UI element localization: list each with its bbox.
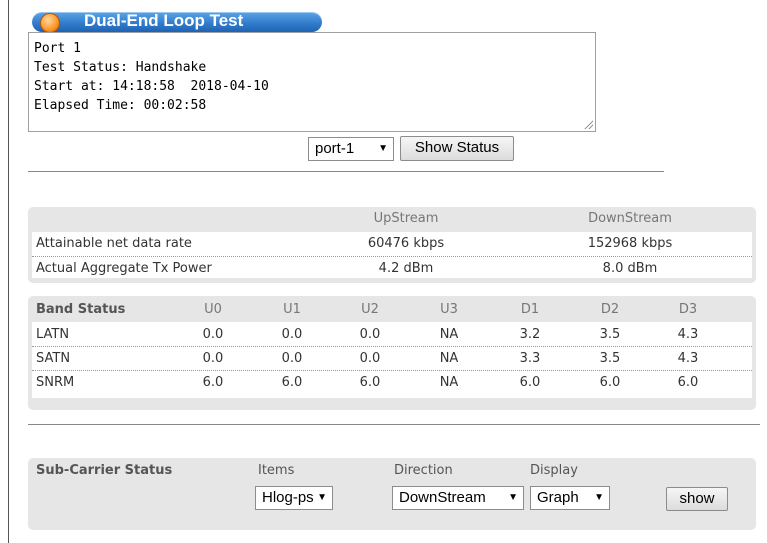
band-cell: 0.0 [281, 327, 303, 342]
band-cell: 0.0 [202, 327, 224, 342]
display-select-value: Graph [537, 489, 579, 506]
page-frame-border [8, 0, 9, 543]
band-cell: 6.0 [677, 375, 699, 390]
items-select-value: Hlog-ps [262, 489, 314, 506]
band-header-u3: U3 [440, 302, 458, 317]
dropdown-arrow-icon: ▼ [508, 492, 518, 503]
row-separator [32, 346, 752, 347]
port-select-value: port-1 [315, 140, 355, 157]
show-status-button[interactable]: Show Status [400, 136, 514, 161]
status-line-start-time: Start at: 14:18:58 2018-04-10 [34, 79, 269, 94]
band-cell: 0.0 [359, 327, 381, 342]
row-separator [32, 256, 752, 257]
divider-bottom [28, 424, 760, 425]
band-cell: 6.0 [281, 375, 303, 390]
direction-label: Direction [394, 463, 453, 478]
rate-row-label: Actual Aggregate Tx Power [36, 261, 212, 276]
band-header-u0: U0 [204, 302, 222, 317]
orb-icon [40, 13, 60, 33]
subcarrier-status-label: Sub-Carrier Status [36, 463, 173, 478]
display-select[interactable]: Graph ▼ [530, 486, 610, 510]
band-cell: 6.0 [359, 375, 381, 390]
rate-header-downstream: DownStream [588, 211, 672, 226]
band-cell: 3.2 [519, 327, 541, 342]
rate-row-downstream: 8.0 dBm [602, 261, 658, 276]
display-label: Display [530, 463, 578, 478]
page-title: Dual-End Loop Test [84, 11, 244, 30]
band-header-u1: U1 [283, 302, 301, 317]
band-cell: NA [439, 327, 459, 342]
band-header-label: Band Status [36, 302, 126, 317]
band-cell: 0.0 [281, 351, 303, 366]
status-line-elapsed-time: Elapsed Time: 00:02:58 [34, 98, 207, 113]
band-cell: 3.5 [599, 327, 621, 342]
band-cell: 6.0 [202, 375, 224, 390]
band-header-d3: D3 [678, 302, 698, 317]
rate-row-upstream: 60476 kbps [367, 236, 445, 251]
band-cell: 4.3 [677, 327, 699, 342]
band-table-body [32, 322, 752, 398]
direction-select-value: DownStream [399, 489, 486, 506]
rate-row-label: Attainable net data rate [36, 236, 192, 251]
test-status-textarea[interactable]: Port 1 Test Status: Handshake Start at: … [28, 32, 596, 132]
band-cell: NA [439, 351, 459, 366]
band-header-d1: D1 [520, 302, 540, 317]
rate-header-upstream: UpStream [373, 211, 439, 226]
band-row-label: LATN [36, 327, 70, 342]
dropdown-arrow-icon: ▼ [378, 143, 388, 154]
band-row-label: SATN [36, 351, 71, 366]
status-line-test-status: Test Status: Handshake [34, 60, 207, 75]
rate-row-upstream: 4.2 dBm [378, 261, 434, 276]
divider-top [28, 171, 664, 172]
direction-select[interactable]: DownStream ▼ [392, 486, 524, 510]
resize-grip-icon[interactable] [583, 119, 593, 129]
row-separator [32, 370, 752, 371]
band-header-d2: D2 [600, 302, 620, 317]
band-header-u2: U2 [361, 302, 379, 317]
band-cell: 6.0 [519, 375, 541, 390]
band-cell: NA [439, 375, 459, 390]
band-cell: 4.3 [677, 351, 699, 366]
band-row-label: SNRM [36, 375, 75, 390]
dropdown-arrow-icon: ▼ [594, 492, 604, 503]
port-select[interactable]: port-1 ▼ [308, 137, 394, 161]
band-cell: 3.3 [519, 351, 541, 366]
band-cell: 3.5 [599, 351, 621, 366]
rate-row-downstream: 152968 kbps [587, 236, 673, 251]
dropdown-arrow-icon: ▼ [317, 492, 327, 503]
show-button[interactable]: show [666, 487, 728, 511]
band-cell: 0.0 [359, 351, 381, 366]
items-label: Items [258, 463, 295, 478]
band-cell: 6.0 [599, 375, 621, 390]
items-select[interactable]: Hlog-ps ▼ [255, 486, 333, 510]
status-line-port: Port 1 [34, 41, 81, 56]
band-cell: 0.0 [202, 351, 224, 366]
